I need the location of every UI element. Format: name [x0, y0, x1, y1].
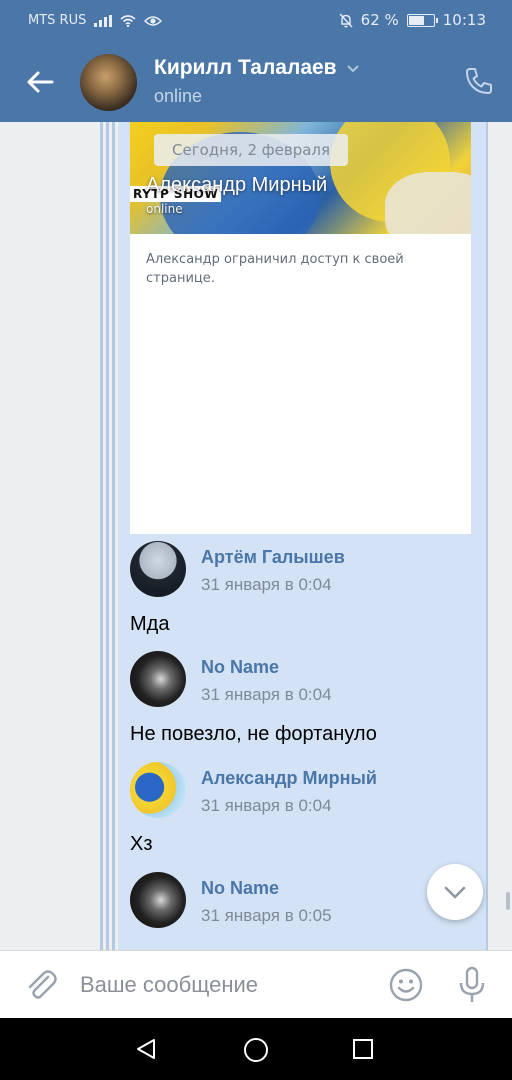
bell-off-icon: [339, 13, 353, 27]
signal-icon: [94, 14, 113, 27]
message-time: 31 января в 0:04: [201, 575, 332, 594]
smile-icon[interactable]: [388, 967, 424, 1003]
profile-online: online: [146, 202, 183, 216]
message-header: No Name 31 января в 0:04: [0, 651, 512, 711]
status-right: 62 % 10:13: [339, 11, 486, 29]
message-author[interactable]: Александр Мирный: [201, 768, 377, 789]
avatar[interactable]: [130, 872, 186, 928]
message-author[interactable]: Артём Галышев: [201, 547, 345, 568]
battery-percent: 62 %: [360, 11, 399, 29]
scrollbar-thumb[interactable]: [506, 892, 510, 910]
message-author[interactable]: No Name: [201, 657, 279, 678]
wifi-icon: [120, 14, 136, 27]
message-header: Александр Мирный 31 января в 0:04: [0, 762, 512, 822]
status-bar: MTS RUS 62 % 10:13: [0, 0, 512, 42]
message-text: Не повезло, не фортануло: [130, 723, 377, 745]
chevron-down-icon: [444, 886, 466, 899]
chevron-down-icon[interactable]: [346, 62, 360, 76]
carrier-label: MTS RUS: [28, 13, 87, 28]
avatar[interactable]: [80, 54, 137, 111]
message-time: 31 января в 0:04: [201, 685, 332, 704]
microphone-icon[interactable]: [456, 965, 488, 1005]
contact-name[interactable]: Кирилл Талалаев: [154, 56, 337, 80]
message-input[interactable]: [80, 967, 370, 1003]
profile-name: Александр Мирный: [146, 174, 328, 196]
nav-recent-icon[interactable]: [352, 1038, 374, 1060]
eye-icon: [144, 15, 163, 26]
date-separator: Сегодня, 2 февраля: [154, 134, 349, 166]
message-composer: [0, 950, 512, 1018]
battery-fill: [408, 15, 424, 25]
message-time: 31 января в 0:05: [201, 906, 332, 925]
message-author[interactable]: No Name: [201, 878, 279, 899]
paperclip-icon[interactable]: [24, 967, 58, 1003]
status-left: MTS RUS: [28, 13, 163, 28]
message-header: Артём Галышев 31 января в 0:04: [0, 541, 512, 601]
profile-cover-image: RYTP SHOW Александр Мирный online Сегодн…: [130, 122, 471, 234]
system-nav-bar: [0, 1018, 512, 1080]
forward-indent-lines: [100, 122, 120, 950]
message-list[interactable]: RYTP SHOW Александр Мирный online Сегодн…: [0, 122, 512, 950]
avatar[interactable]: [130, 762, 186, 818]
forward-right-line: [486, 122, 488, 950]
avatar[interactable]: [130, 651, 186, 707]
phone-icon[interactable]: [462, 64, 496, 98]
battery-icon: [406, 13, 438, 27]
avatar[interactable]: [130, 541, 186, 597]
message-text: Хз: [130, 833, 153, 855]
nav-home-icon[interactable]: [243, 1037, 269, 1063]
profile-card[interactable]: RYTP SHOW Александр Мирный online Сегодн…: [130, 122, 471, 534]
clock: 10:13: [442, 11, 486, 29]
message-time: 31 января в 0:04: [201, 796, 332, 815]
chat-header: Кирилл Талалаев online: [0, 42, 512, 122]
nav-back-icon[interactable]: [134, 1037, 158, 1061]
message-text: Мда: [130, 613, 170, 635]
cover-shape: [385, 172, 471, 234]
back-arrow-icon[interactable]: [22, 64, 58, 100]
contact-status: online: [154, 86, 203, 106]
scroll-down-button[interactable]: [427, 864, 483, 920]
restricted-notice: Александр ограничил доступ к своей стран…: [146, 252, 404, 286]
